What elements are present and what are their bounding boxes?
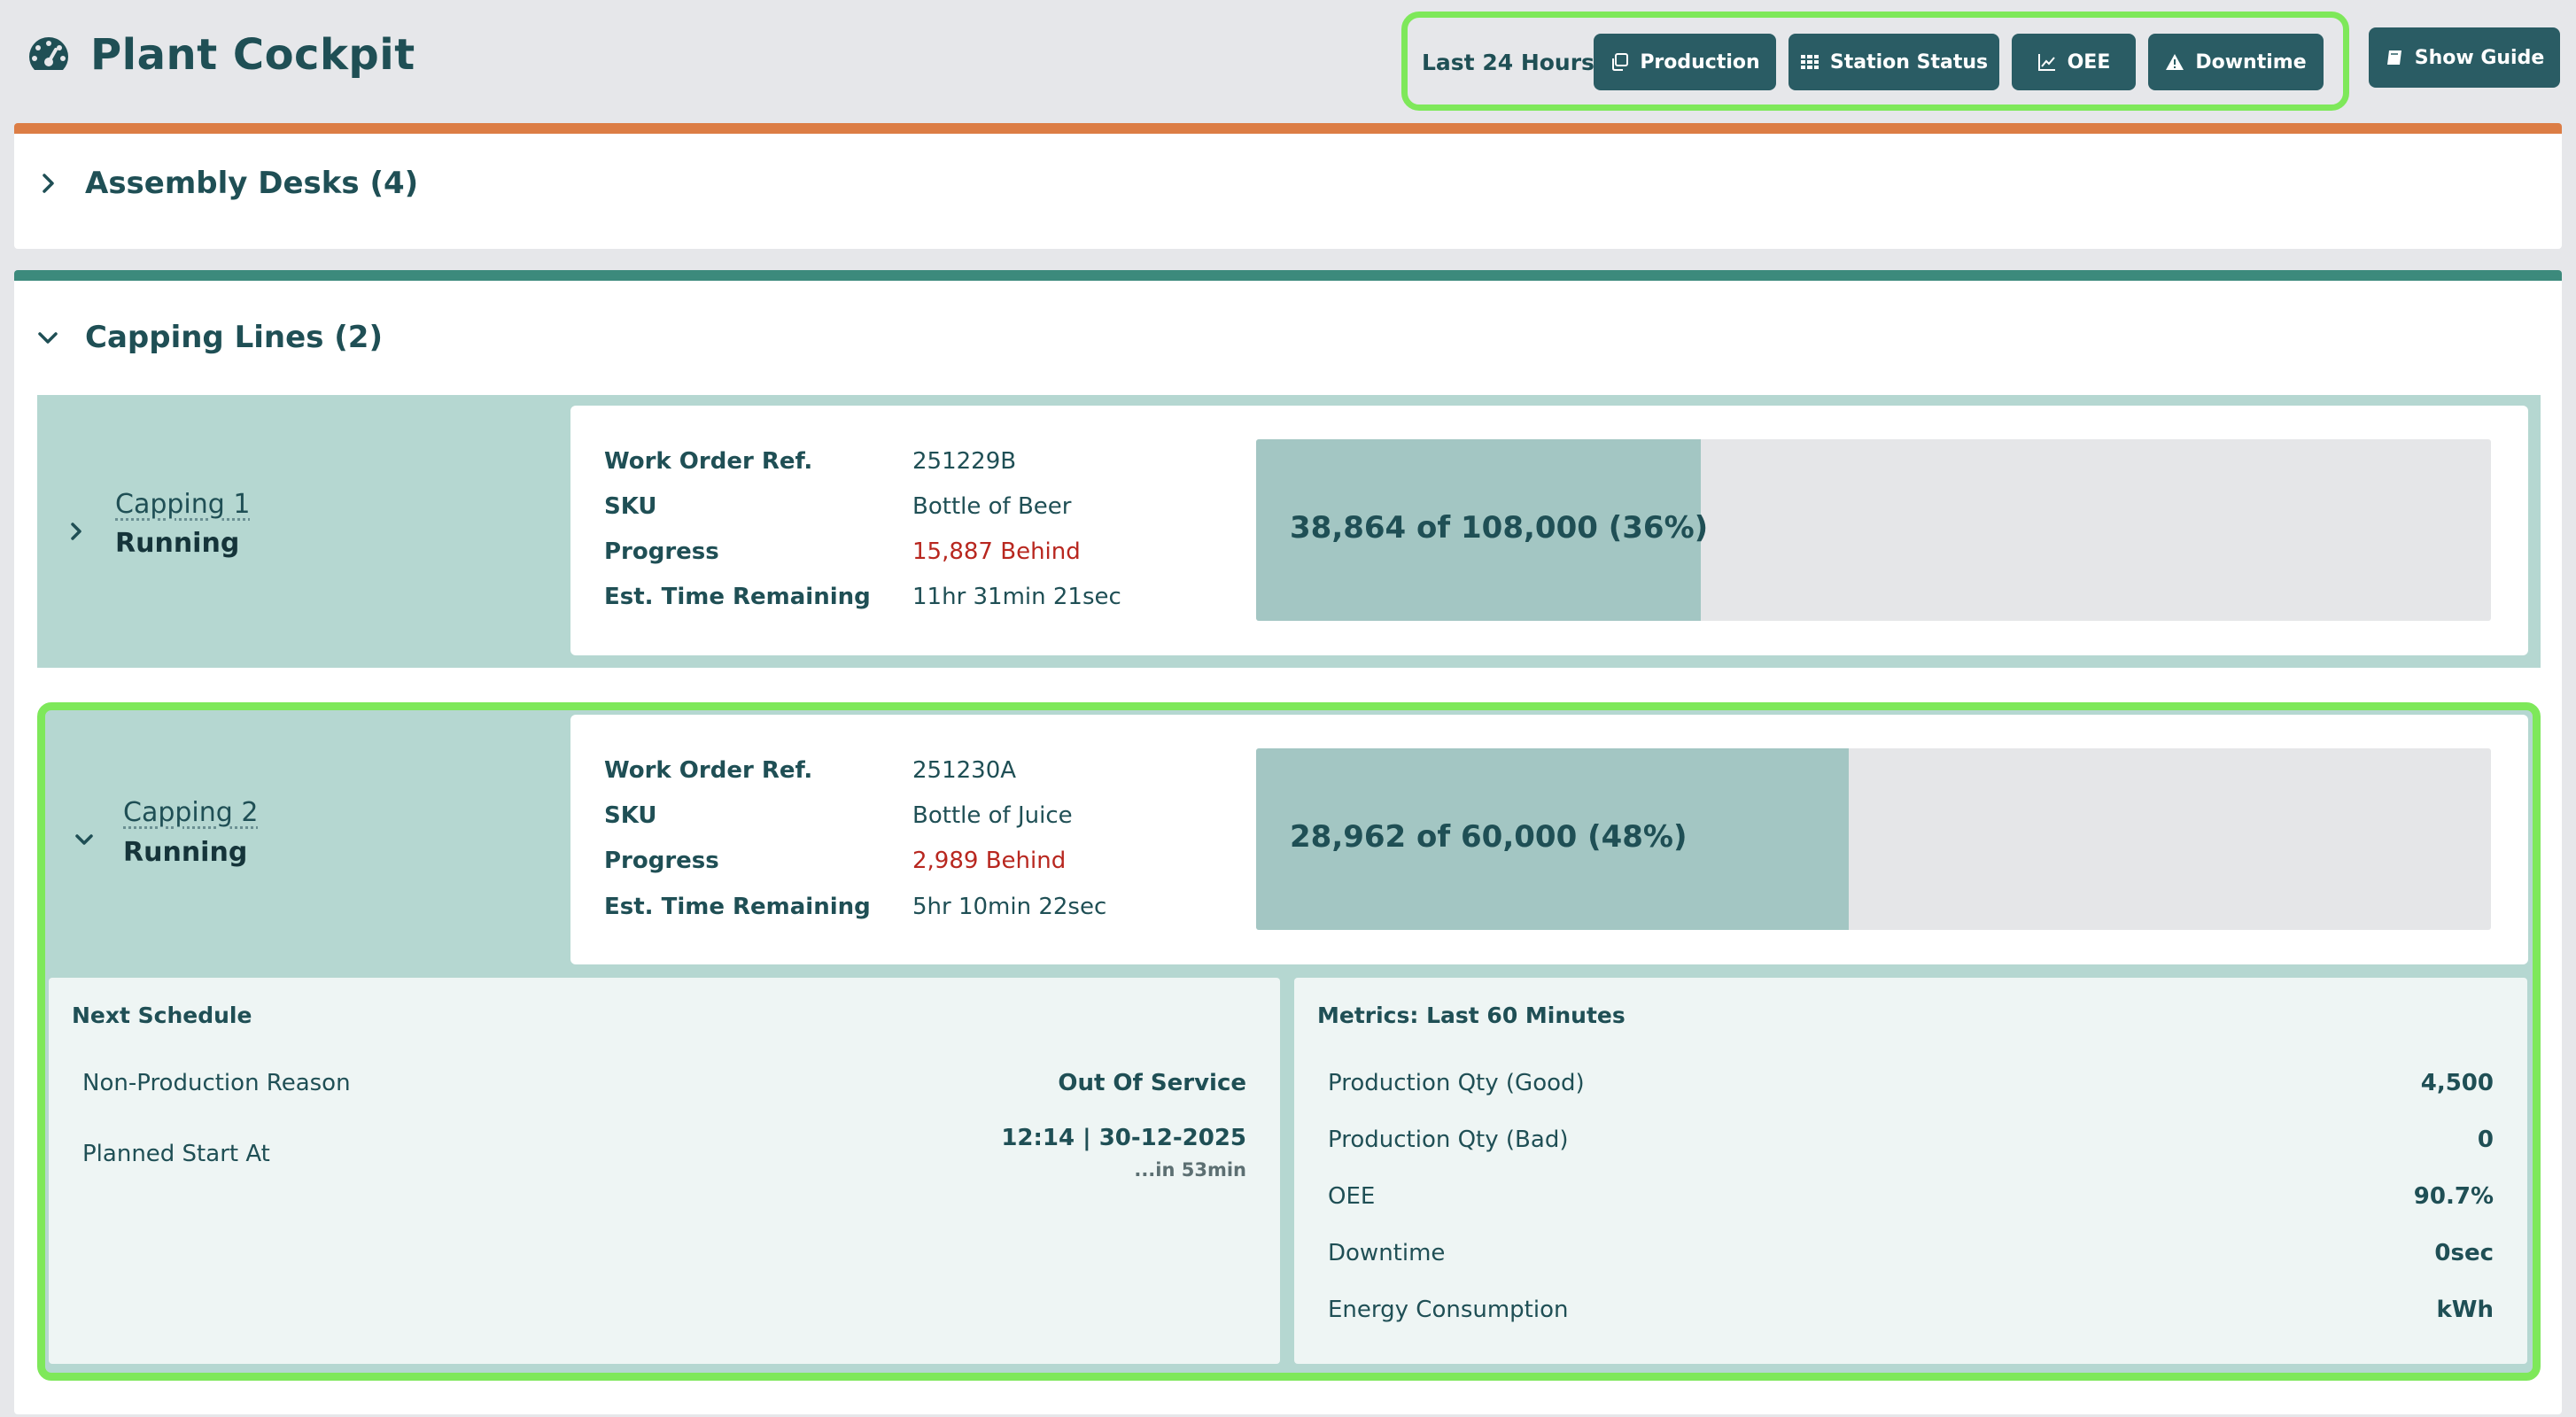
eta-value: 5hr 10min 22sec (912, 894, 1107, 920)
non-production-reason-value: Out Of Service (1058, 1070, 1246, 1096)
metrics-title: Metrics: Last 60 Minutes (1317, 1003, 1626, 1028)
sku-label: SKU (604, 493, 657, 520)
production-button-label: Production (1640, 50, 1760, 74)
grid-icon (1800, 55, 1819, 69)
capping-lines-header[interactable]: Capping Lines (2) (35, 320, 383, 355)
chevron-down-icon[interactable] (74, 829, 95, 850)
assembly-desks-section: Assembly Desks (4) (14, 123, 2562, 249)
warning-icon (2166, 54, 2184, 70)
station-status-button[interactable]: Station Status (1788, 34, 1999, 90)
metric-label: Production Qty (Good) (1328, 1070, 1585, 1096)
station-name[interactable]: Capping 2 (123, 797, 258, 828)
eta-label: Est. Time Remaining (604, 894, 871, 920)
chevron-right-icon (43, 174, 54, 193)
title-wrap: Plant Cockpit (27, 30, 415, 80)
downtime-button-label: Downtime (2195, 50, 2307, 74)
book-icon (2386, 50, 2401, 65)
station-card-capping-1[interactable]: Capping 1 Running Work Order Ref. 251229… (37, 395, 2541, 668)
progress-bar: 38,864 of 108,000 (36%) (1256, 439, 2491, 621)
metric-value: kWh (2436, 1297, 2494, 1323)
capping-lines-section: Capping Lines (2) Capping 1 Running Work… (14, 270, 2562, 1414)
metric-value: 90.7% (2413, 1183, 2494, 1210)
show-guide-label: Show Guide (2414, 46, 2545, 69)
metric-value: 0sec (2434, 1240, 2494, 1266)
line-chart-icon (2037, 54, 2055, 71)
next-schedule-panel: Next Schedule Non-Production Reason Out … (49, 978, 1280, 1364)
metrics-panel: Metrics: Last 60 Minutes Production Qty … (1294, 978, 2527, 1364)
page-title: Plant Cockpit (90, 30, 415, 80)
metric-label: OEE (1328, 1183, 1376, 1210)
station-status: Running (115, 528, 240, 559)
station-status: Running (123, 837, 248, 868)
station-card-capping-2[interactable]: Capping 2 Running Work Order Ref. 251230… (37, 702, 2541, 1381)
metric-label: Production Qty (Bad) (1328, 1127, 1569, 1153)
work-order-value: 251230A (912, 757, 1017, 784)
sku-value: Bottle of Juice (912, 802, 1073, 829)
downtime-button[interactable]: Downtime (2148, 34, 2324, 90)
station-status-button-label: Station Status (1829, 50, 1989, 74)
work-order-label: Work Order Ref. (604, 757, 813, 784)
oee-button-label: OEE (2067, 50, 2111, 74)
metric-value: 0 (2477, 1127, 2494, 1153)
chevron-right-icon[interactable] (66, 521, 87, 542)
metric-label: Downtime (1328, 1240, 1446, 1266)
next-schedule-title: Next Schedule (72, 1003, 252, 1028)
chevron-down-icon (38, 332, 58, 344)
progress-bar-text: 28,962 of 60,000 (48%) (1290, 819, 1688, 855)
show-guide-button[interactable]: Show Guide (2369, 27, 2560, 88)
copy-icon (1612, 53, 1629, 71)
last-24-hours-label: Last 24 Hours: (1422, 50, 1603, 75)
work-order-panel: Work Order Ref. 251229B SKU Bottle of Be… (570, 406, 2528, 655)
assembly-desks-header[interactable]: Assembly Desks (4) (35, 166, 418, 201)
progress-bar: 28,962 of 60,000 (48%) (1256, 748, 2491, 930)
work-order-value: 251229B (912, 448, 1017, 475)
station-name[interactable]: Capping 1 (115, 489, 250, 520)
non-production-reason-label: Non-Production Reason (82, 1070, 351, 1096)
last-24-hours-group: Last 24 Hours: Production Station Status… (1401, 12, 2349, 111)
progress-label: Progress (604, 538, 719, 565)
oee-button[interactable]: OEE (2012, 34, 2136, 90)
progress-behind-value: 15,887 Behind (912, 538, 1081, 565)
gauge-icon (29, 37, 68, 70)
planned-start-value: 12:14 | 30-12-2025 (1001, 1125, 1246, 1151)
eta-value: 11hr 31min 21sec (912, 584, 1121, 610)
metric-label: Energy Consumption (1328, 1297, 1569, 1323)
planned-start-label: Planned Start At (82, 1141, 270, 1167)
work-order-label: Work Order Ref. (604, 448, 813, 475)
sku-label: SKU (604, 802, 657, 829)
page-header: Plant Cockpit Last 24 Hours: Production … (0, 0, 2576, 115)
progress-bar-text: 38,864 of 108,000 (36%) (1290, 510, 1709, 546)
metric-value: 4,500 (2420, 1070, 2494, 1096)
production-button[interactable]: Production (1594, 34, 1776, 90)
progress-behind-value: 2,989 Behind (912, 848, 1067, 874)
assembly-desks-title: Assembly Desks (4) (85, 166, 419, 201)
eta-label: Est. Time Remaining (604, 584, 871, 610)
sku-value: Bottle of Beer (912, 493, 1072, 520)
capping-lines-title: Capping Lines (2) (85, 320, 383, 355)
work-order-panel: Work Order Ref. 251230A SKU Bottle of Ju… (570, 715, 2528, 964)
planned-start-relative: ...in 53min (1134, 1159, 1246, 1181)
progress-label: Progress (604, 848, 719, 874)
